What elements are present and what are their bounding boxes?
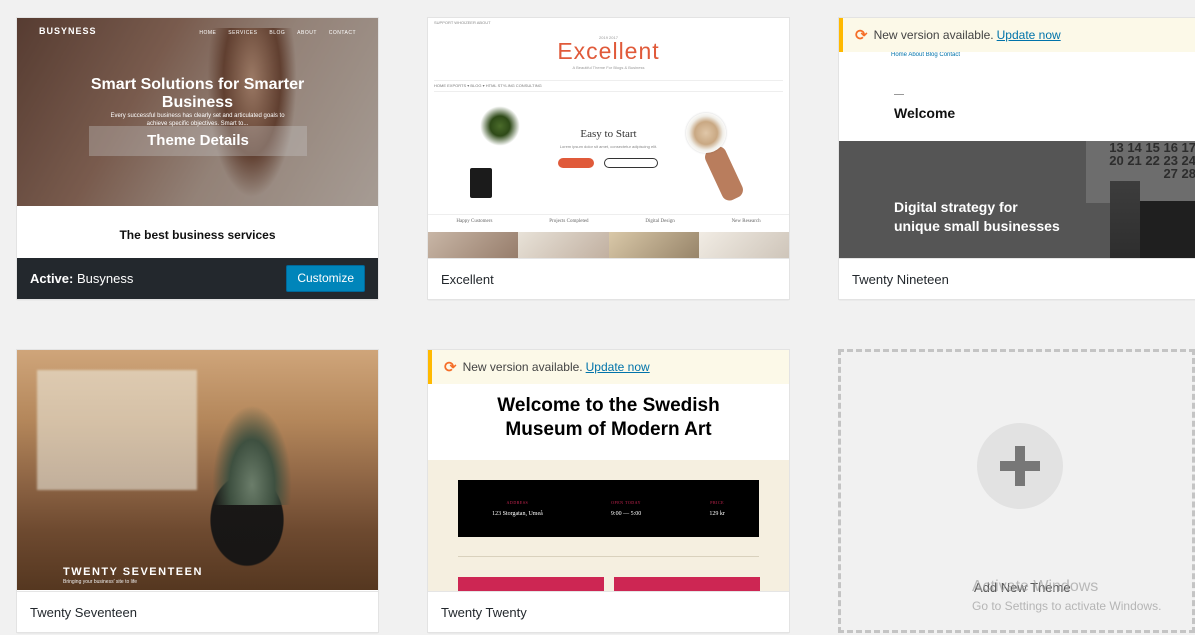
excellent-subheading: Lorem ipsum dolor sit amet, consectetur …: [559, 144, 658, 149]
theme-screenshot-busyness[interactable]: BUSYNESS HOME SERVICES BLOG ABOUT CONTAC…: [17, 18, 378, 260]
notebook-image: [470, 168, 492, 198]
update-now-link[interactable]: Update now: [997, 28, 1061, 42]
twenty-seventeen-subtitle: Bringing your business' site to life: [63, 579, 138, 585]
excellent-learn-more-button: [558, 158, 594, 168]
twenty-nineteen-welcome: Welcome: [894, 105, 956, 121]
theme-name-twenty-twenty: Twenty Twenty: [441, 604, 527, 620]
theme-card-excellent[interactable]: SUPPORT WHOIZEER ABOUT 2019 2017 Excelle…: [427, 17, 790, 300]
plant-image: [480, 106, 520, 146]
succulent-image: [17, 350, 378, 590]
excellent-heading: Easy to Start: [580, 128, 637, 140]
theme-name-bar: Twenty Seventeen: [17, 591, 378, 632]
update-now-link[interactable]: Update now: [586, 360, 650, 374]
theme-details-overlay[interactable]: Theme Details: [89, 126, 307, 156]
theme-card-twenty-twenty[interactable]: ⟳ New version available. Update now Welc…: [427, 349, 790, 633]
twenty-nineteen-nav: Home About Blog Contact: [891, 52, 961, 58]
twenty-seventeen-title: TWENTY SEVENTEEN: [63, 566, 203, 578]
theme-screenshot-twenty-twenty[interactable]: Welcome to the Swedish Museum of Modern …: [428, 350, 789, 593]
theme-name-bar: Excellent: [428, 258, 789, 299]
update-notice: ⟳ New version available. Update now: [428, 350, 789, 384]
customize-button[interactable]: Customize: [286, 265, 365, 292]
active-label: Active:: [30, 271, 74, 286]
busyness-tagline: The best business services: [119, 228, 276, 242]
excellent-stats: Happy Customers Projects Completed Digit…: [428, 214, 789, 229]
excellent-continue-button: [604, 158, 658, 168]
update-icon: ⟳: [444, 359, 457, 376]
theme-name-bar: Twenty Nineteen: [839, 258, 1195, 299]
theme-card-busyness[interactable]: BUSYNESS HOME SERVICES BLOG ABOUT CONTAC…: [16, 17, 379, 300]
excellent-tagline: A Beautiful Theme For Blogs & Business: [572, 65, 645, 70]
busyness-hero: BUSYNESS HOME SERVICES BLOG ABOUT CONTAC…: [17, 18, 378, 206]
windows-watermark-title: Activate Windows: [972, 578, 1099, 595]
theme-name-busyness: Busyness: [76, 271, 134, 286]
excellent-nav: HOME EXPORTS ▾ BLOG ▾ HTML STYLING CONSU…: [434, 80, 783, 92]
twenty-twenty-headline: Welcome to the Swedish Museum of Modern …: [497, 395, 720, 440]
theme-card-twenty-nineteen[interactable]: ⟳ New version available. Update now Home…: [838, 17, 1195, 300]
twenty-nineteen-hero: 13 14 15 16 17 20 21 22 23 24 27 28 Digi…: [839, 141, 1195, 260]
coffee-cup-image: [686, 113, 726, 153]
hand-image: [702, 143, 746, 204]
theme-screenshot-twenty-seventeen[interactable]: TWENTY SEVENTEEN Bringing your business'…: [17, 350, 378, 593]
busyness-nav: HOME SERVICES BLOG ABOUT CONTACT: [199, 30, 356, 36]
busyness-logo: BUSYNESS: [39, 26, 97, 36]
busyness-headline: Smart Solutions for Smarter Business: [90, 76, 305, 111]
twenty-twenty-info-box: ADDRESS 123 Storgatan, Umeå OPEN TODAY 9…: [458, 480, 759, 537]
theme-name-excellent: Excellent: [441, 271, 494, 287]
update-icon: ⟳: [855, 27, 868, 44]
windows-watermark-subtitle: Go to Settings to activate Windows.: [972, 599, 1162, 613]
theme-name-twenty-seventeen: Twenty Seventeen: [30, 604, 137, 620]
notice-text: New version available.: [873, 28, 994, 42]
plus-icon[interactable]: [977, 423, 1063, 509]
excellent-top-links: SUPPORT WHOIZEER ABOUT: [434, 20, 491, 25]
notice-text: New version available.: [462, 360, 583, 374]
theme-screenshot-twenty-nineteen[interactable]: Home About Blog Contact Welcome 13 14 15…: [839, 18, 1195, 260]
theme-name-bar: Twenty Twenty: [428, 591, 789, 632]
excellent-photo-strip: [428, 232, 789, 260]
theme-name-twenty-nineteen: Twenty Nineteen: [852, 271, 949, 287]
theme-card-twenty-seventeen[interactable]: TWENTY SEVENTEEN Bringing your business'…: [16, 349, 379, 633]
calendar-image: 13 14 15 16 17 20 21 22 23 24 27 28: [1086, 141, 1195, 203]
twenty-nineteen-hero-text: Digital strategy for unique small busine…: [894, 199, 1060, 234]
update-notice: ⟳ New version available. Update now: [839, 18, 1195, 52]
theme-screenshot-excellent[interactable]: SUPPORT WHOIZEER ABOUT 2019 2017 Excelle…: [428, 18, 789, 260]
busyness-lower: The best business services: [17, 206, 378, 260]
excellent-logo: Excellent: [557, 38, 660, 64]
theme-name-bar-active: Active: Busyness Customize: [17, 258, 378, 299]
